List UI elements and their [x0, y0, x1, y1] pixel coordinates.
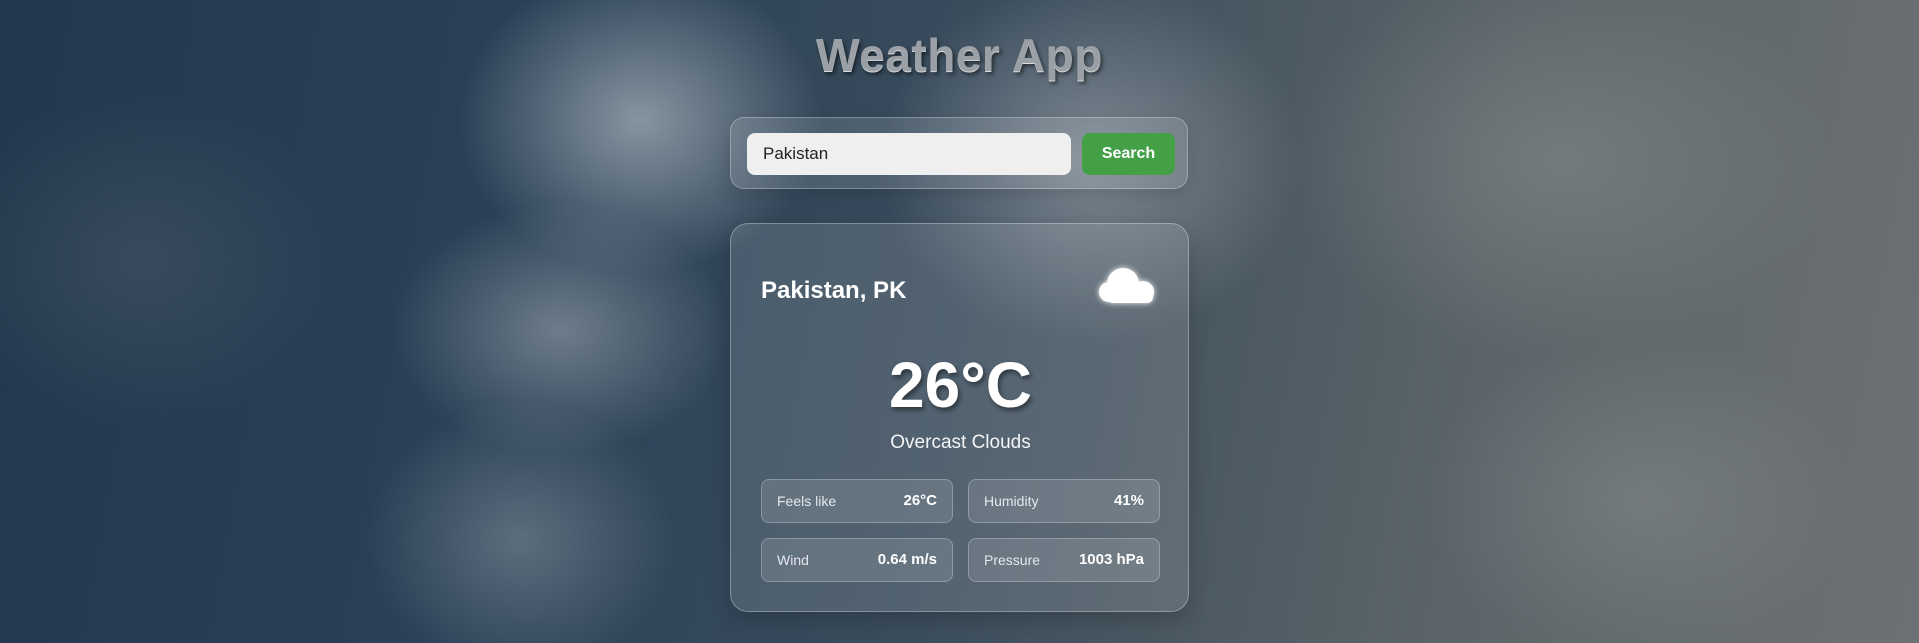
- city-search-input[interactable]: [747, 133, 1071, 175]
- pressure-label: Pressure: [984, 552, 1041, 568]
- wind-label: Wind: [777, 552, 809, 568]
- humidity-label: Humidity: [984, 493, 1039, 509]
- weather-card: Pakistan, PK 26°C Overcast Clouds Feels …: [730, 223, 1189, 612]
- pressure-box: Pressure 1003 hPa: [968, 538, 1160, 582]
- pressure-value: 1003 hPa: [1078, 551, 1144, 568]
- humidity-box: Humidity 41%: [968, 479, 1160, 523]
- search-button[interactable]: Search: [1082, 133, 1175, 175]
- location-name: Pakistan, PK: [761, 277, 907, 304]
- feels-like-value: 26°C: [903, 492, 937, 509]
- cloud-icon: [1099, 268, 1154, 303]
- app-title: Weather App: [816, 29, 1103, 81]
- temperature: 26°C: [889, 349, 1032, 421]
- feels-like-label: Feels like: [777, 493, 837, 509]
- weather-description: Overcast Clouds: [890, 432, 1031, 453]
- humidity-value: 41%: [1113, 492, 1144, 509]
- wind-box: Wind 0.64 m/s: [761, 538, 953, 582]
- feels-like-box: Feels like 26°C: [761, 479, 953, 523]
- wind-value: 0.64 m/s: [877, 551, 937, 568]
- search-panel: Search: [730, 117, 1188, 189]
